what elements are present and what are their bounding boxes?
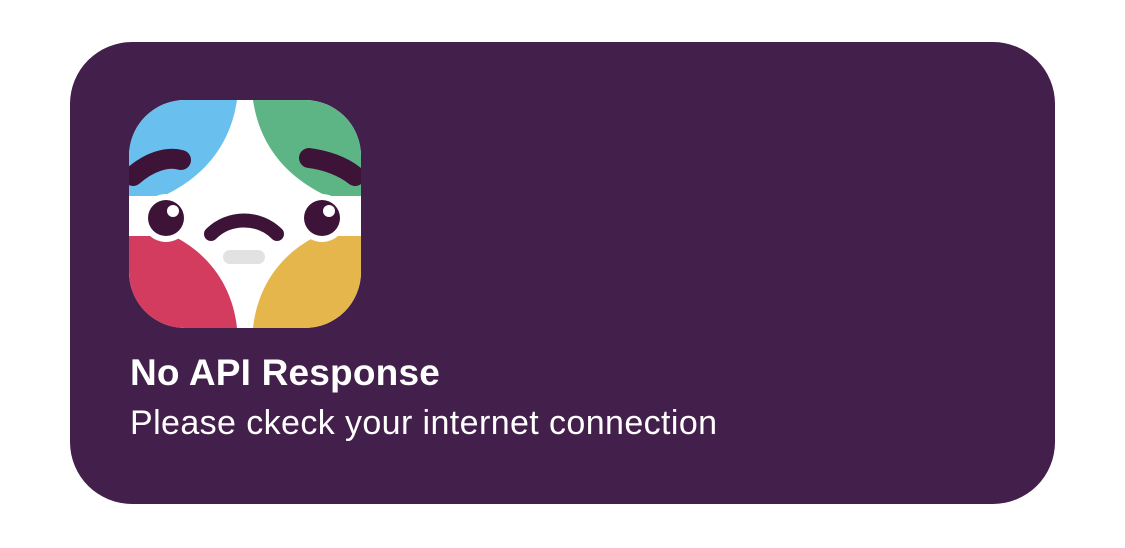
error-widget[interactable]: No API Response Please ckeck your intern… [70, 42, 1055, 504]
sad-face-app-icon [129, 100, 361, 328]
chin [223, 250, 265, 264]
error-message: Please ckeck your internet connection [130, 404, 718, 442]
error-title: No API Response [130, 352, 441, 393]
right-eye [304, 200, 340, 236]
left-eye [148, 200, 184, 236]
